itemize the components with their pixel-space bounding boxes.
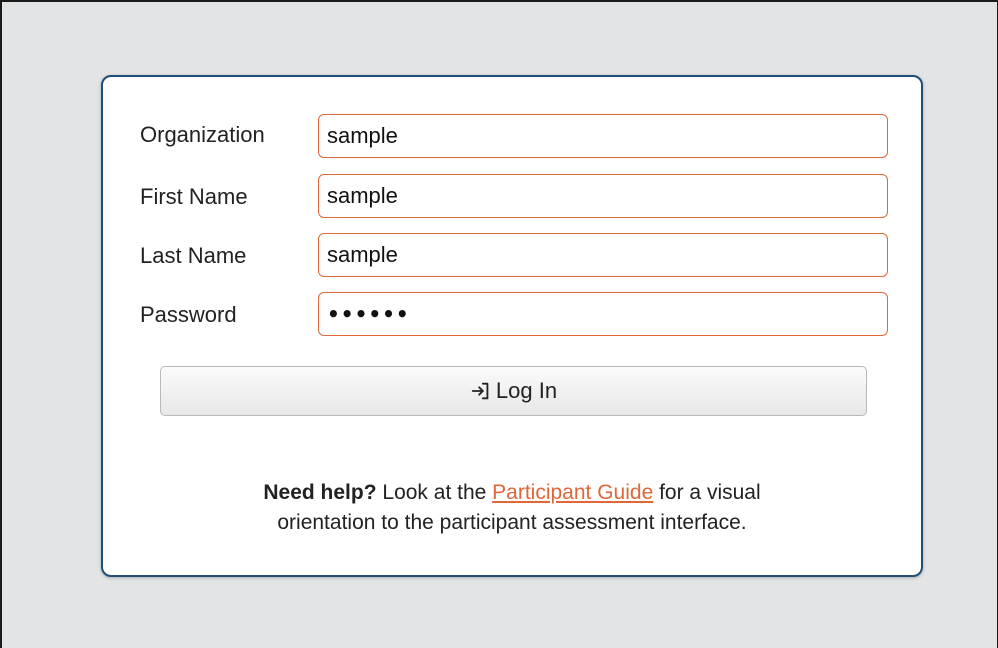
password-input[interactable] [318, 292, 888, 336]
login-arrow-icon [470, 380, 492, 402]
last-name-input[interactable] [318, 233, 888, 277]
first-name-input[interactable] [318, 174, 888, 218]
help-text-line2: orientation to the participant assessmen… [277, 511, 747, 534]
first-name-label: First Name [140, 184, 248, 209]
login-button[interactable]: Log In [160, 366, 867, 416]
password-label: Password [140, 302, 237, 327]
help-heading: Need help? [263, 481, 377, 504]
help-text-before-link: Look at the [382, 481, 487, 504]
login-card: Organization First Name Last Name Passwo… [101, 75, 923, 577]
organization-label: Organization [140, 122, 265, 147]
page-background: Organization First Name Last Name Passwo… [0, 0, 998, 648]
organization-input[interactable] [318, 114, 888, 158]
help-text-after-link: for a visual [659, 481, 761, 504]
login-button-label: Log In [495, 378, 558, 403]
help-text: Need help? Look at the Participant Guide… [103, 478, 921, 538]
last-name-label: Last Name [140, 243, 247, 268]
participant-guide-link[interactable]: Participant Guide [492, 481, 653, 504]
